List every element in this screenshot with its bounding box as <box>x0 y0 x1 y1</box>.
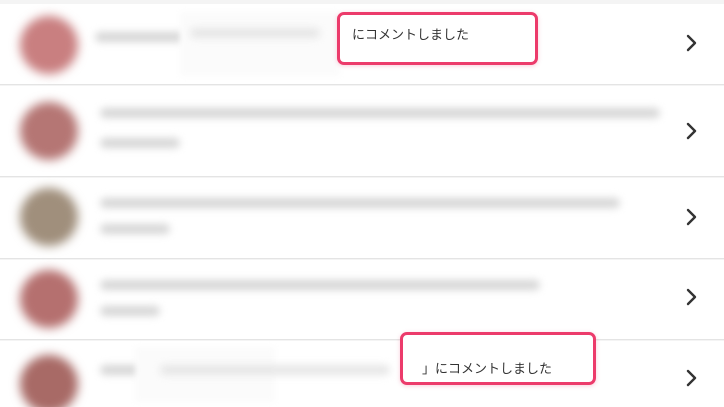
chevron-right-icon[interactable] <box>686 208 702 228</box>
notification-row[interactable]: 」にコメントしました <box>0 332 724 407</box>
avatar <box>20 270 78 328</box>
avatar <box>20 102 78 160</box>
notification-row[interactable] <box>0 86 724 177</box>
blurred-area <box>180 12 340 76</box>
notification-text: にコメントしました <box>352 28 470 43</box>
notification-row[interactable] <box>0 178 724 259</box>
chevron-right-icon[interactable] <box>686 369 702 389</box>
blurred-text-line <box>100 138 180 148</box>
chevron-right-icon[interactable] <box>686 34 702 54</box>
notification-text: 」にコメントしました <box>422 362 553 377</box>
blurred-text-line <box>100 108 660 118</box>
chevron-right-icon[interactable] <box>686 288 702 308</box>
blurred-username <box>95 32 185 42</box>
chevron-right-icon[interactable] <box>686 122 702 142</box>
blurred-text-line <box>100 280 540 290</box>
notification-row[interactable] <box>0 260 724 340</box>
avatar <box>20 355 78 407</box>
blurred-text-line <box>100 306 160 316</box>
avatar <box>20 16 78 74</box>
blurred-text-line <box>100 198 620 208</box>
blurred-text-line <box>100 224 170 234</box>
avatar <box>20 188 78 246</box>
notification-list: にコメントしました 」にコメントしました <box>0 0 724 407</box>
blurred-title <box>160 365 390 375</box>
notification-row[interactable]: にコメントしました <box>0 4 724 85</box>
blurred-title <box>190 28 320 38</box>
